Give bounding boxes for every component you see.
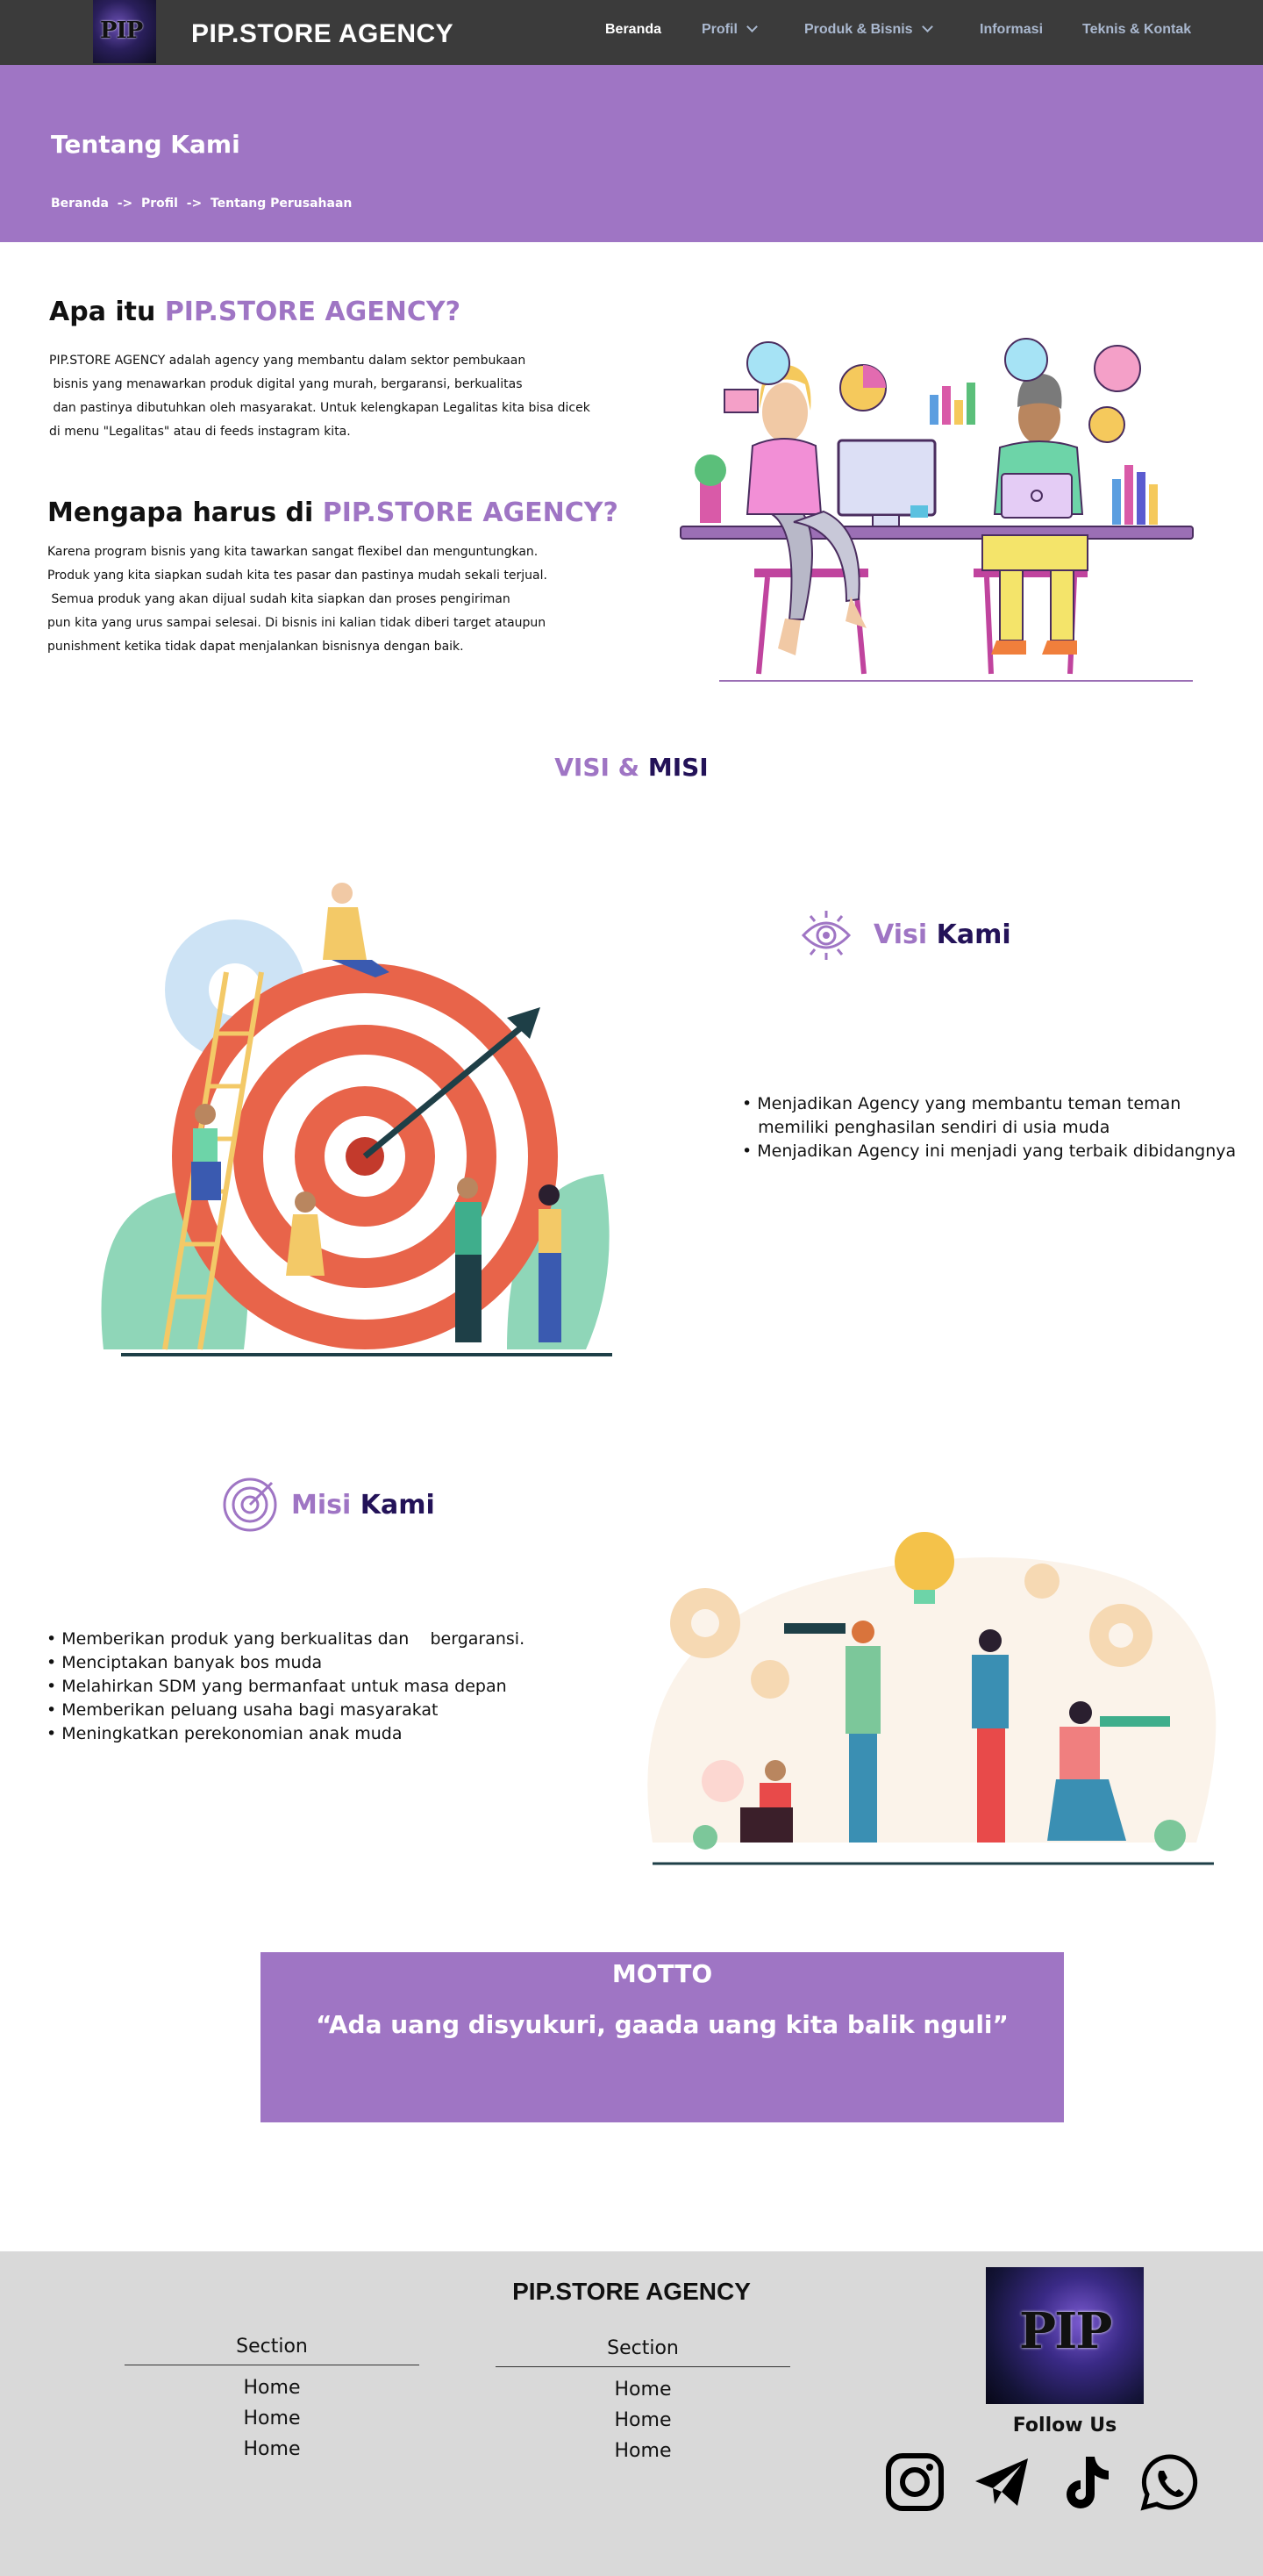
- footer-link-home[interactable]: Home: [496, 2436, 790, 2466]
- visi-misi-title-b: MISI: [647, 753, 709, 782]
- list-item: memiliki penghasilan sendiri di usia mud…: [742, 1118, 1110, 1137]
- top-navbar: PIP PIP.STORE AGENCY Beranda Profil Prod…: [0, 0, 1263, 65]
- visi-heading-b: Kami: [936, 919, 1011, 950]
- footer: PIP.STORE AGENCY Section Home Home Home …: [0, 2251, 1263, 2576]
- list-item: • Meningkatkan perekonomian anak muda: [46, 1724, 403, 1743]
- about-line: PIP.STORE AGENCY adalah agency yang memb…: [49, 354, 526, 368]
- breadcrumb[interactable]: Beranda -> Profil -> Tentang Perusahaan: [51, 197, 352, 211]
- visi-heading-a: Visi: [874, 919, 928, 950]
- nav-link-beranda[interactable]: Beranda: [605, 22, 661, 38]
- footer-column: Section Home Home Home: [496, 2337, 790, 2466]
- about-heading: Apa itu PIP.STORE AGENCY?: [49, 297, 460, 327]
- nav-link-produk-label: Produk & Bisnis: [804, 22, 913, 37]
- about-heading-prefix: Apa itu: [49, 297, 165, 327]
- why-heading: Mengapa harus di PIP.STORE AGENCY?: [47, 497, 618, 528]
- misi-heading: Misi Kami: [291, 1490, 435, 1521]
- nav-link-teknis-kontak[interactable]: Teknis & Kontak: [1082, 22, 1191, 38]
- motto-text: “Ada uang disyukuri, gaada uang kita bal…: [316, 2010, 1009, 2039]
- nav-link-produk-bisnis[interactable]: Produk & Bisnis: [804, 21, 933, 38]
- chevron-down-icon: [746, 21, 758, 32]
- footer-section-title: Section: [125, 2336, 419, 2365]
- list-item: • Memberikan peluang usaha bagi masyarak…: [46, 1700, 439, 1720]
- why-line: Karena program bisnis yang kita tawarkan…: [47, 545, 539, 559]
- footer-section-title: Section: [496, 2337, 790, 2367]
- about-paragraph: PIP.STORE AGENCY adalah agency yang memb…: [49, 349, 590, 444]
- motto-box: MOTTO “Ada uang disyukuri, gaada uang ki…: [260, 1952, 1064, 2122]
- brand-name[interactable]: PIP.STORE AGENCY: [191, 19, 453, 49]
- target-team-illustration: [101, 883, 612, 1356]
- list-item: • Menjadikan Agency ini menjadi yang ter…: [742, 1141, 1237, 1161]
- footer-column: Section Home Home Home: [125, 2336, 419, 2465]
- nav-link-profil[interactable]: Profil: [702, 21, 758, 38]
- team-idea-illustration: [647, 1532, 1217, 1865]
- why-line: punishment ketika tidak dapat menjalanka…: [47, 640, 464, 654]
- target-icon: [223, 1478, 277, 1532]
- about-line: dan pastinya dibutuhkan oleh masyarakat.…: [49, 401, 590, 415]
- list-item: • Menjadikan Agency yang membantu teman …: [742, 1094, 1181, 1113]
- why-heading-accent: PIP.STORE AGENCY?: [322, 497, 618, 528]
- motto-title: MOTTO: [611, 1959, 713, 1988]
- nav-link-profil-label: Profil: [702, 22, 738, 37]
- tiktok-icon[interactable]: [1056, 2451, 1117, 2513]
- whatsapp-icon[interactable]: [1138, 2451, 1200, 2513]
- nav-link-informasi[interactable]: Informasi: [980, 22, 1043, 38]
- misi-heading-a: Misi: [291, 1490, 352, 1521]
- follow-us-label: Follow Us: [1012, 2415, 1117, 2436]
- eye-icon: [801, 911, 852, 960]
- logo-mark: PIP: [100, 18, 143, 44]
- misi-heading-b: Kami: [360, 1490, 435, 1521]
- footer-logo-mark: PIP: [1019, 2302, 1112, 2360]
- office-workers-illustration: [680, 338, 1194, 682]
- footer-link-home[interactable]: Home: [125, 2403, 419, 2434]
- about-line: bisnis yang menawarkan produk digital ya…: [49, 377, 523, 391]
- visi-list: • Menjadikan Agency yang membantu teman …: [742, 1092, 1236, 1163]
- footer-link-home[interactable]: Home: [496, 2405, 790, 2436]
- list-item: • Memberikan produk yang berkualitas dan…: [46, 1629, 525, 1649]
- brand-logo[interactable]: PIP: [93, 0, 156, 63]
- about-heading-accent: PIP.STORE AGENCY?: [164, 297, 461, 327]
- footer-link-home[interactable]: Home: [125, 2434, 419, 2465]
- footer-link-home[interactable]: Home: [496, 2374, 790, 2405]
- why-line: pun kita yang urus sampai selesai. Di bi…: [47, 616, 546, 630]
- misi-list: • Memberikan produk yang berkualitas dan…: [46, 1628, 524, 1746]
- visi-heading: Visi Kami: [874, 919, 1011, 950]
- footer-link-home[interactable]: Home: [125, 2372, 419, 2403]
- why-paragraph: Karena program bisnis yang kita tawarkan…: [47, 540, 547, 659]
- telegram-icon[interactable]: [972, 2451, 1033, 2513]
- why-line: Semua produk yang akan dijual sudah kita…: [47, 592, 510, 606]
- list-item: • Menciptakan banyak bos muda: [46, 1653, 323, 1672]
- visi-misi-title: VISI & MISI: [0, 753, 1263, 782]
- visi-misi-title-a: VISI &: [554, 753, 640, 782]
- list-item: • Melahirkan SDM yang bermanfaat untuk m…: [46, 1677, 507, 1696]
- why-line: Produk yang kita siapkan sudah kita tes …: [47, 569, 547, 583]
- why-heading-prefix: Mengapa harus di: [47, 497, 323, 528]
- about-line: di menu "Legalitas" atau di feeds instag…: [49, 425, 351, 439]
- footer-logo: PIP: [986, 2267, 1144, 2404]
- instagram-icon[interactable]: [884, 2451, 945, 2513]
- page-title: Tentang Kami: [51, 130, 240, 159]
- chevron-down-icon: [921, 21, 933, 32]
